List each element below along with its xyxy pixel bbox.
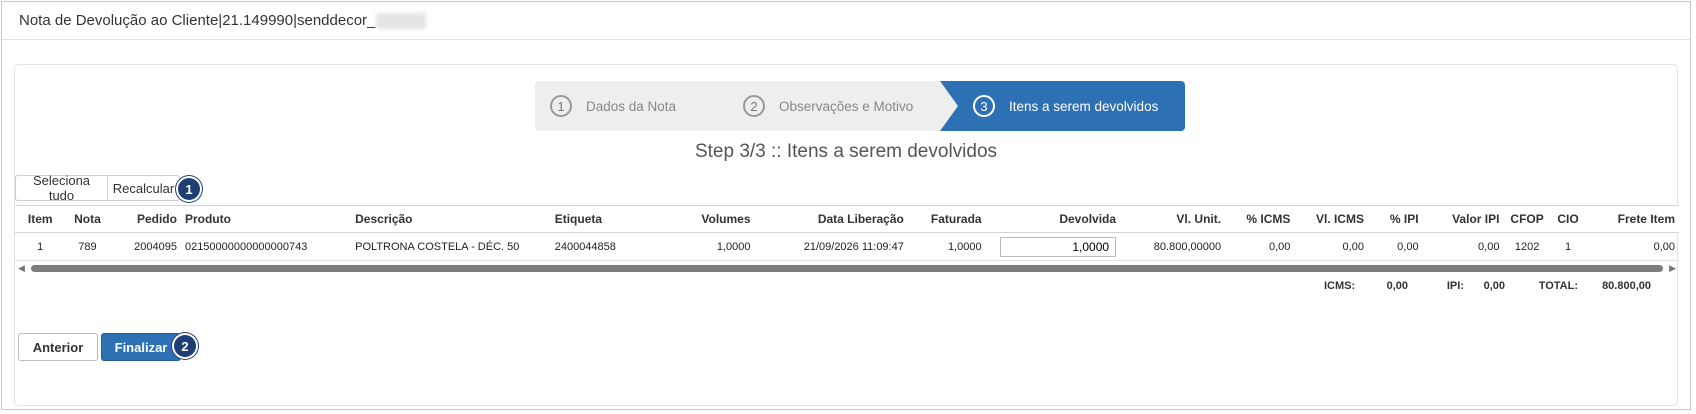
total-label: TOTAL: [1538, 280, 1578, 292]
step-number: 1 [550, 95, 572, 117]
cell-pct-icms: 0,00 [1225, 232, 1295, 261]
annotation-badge-1: 1 [178, 178, 200, 200]
col-faturada[interactable]: Faturada [907, 205, 986, 233]
wizard-panel: 1 Dados da Nota 2 Observações e Motivo 3… [14, 64, 1679, 406]
cell-etiqueta: 2400044858 [550, 232, 633, 261]
step-arrow [940, 81, 958, 131]
horizontal-scrollbar[interactable]: ◀ ▶ [15, 262, 1679, 274]
scroll-right-icon[interactable]: ▶ [1669, 262, 1676, 274]
step-dados-da-nota[interactable]: 1 Dados da Nota [535, 81, 710, 131]
cell-produto: 02150000000000000743 [180, 232, 352, 261]
cell-descricao: POLTRONA COSTELA - DÉC. 50 [351, 232, 551, 261]
step-heading: Step 3/3 :: Itens a serem devolvidos [694, 141, 998, 162]
cell-item: 1 [15, 232, 66, 261]
cell-vl-icms: 0,00 [1294, 232, 1368, 261]
step-itens-devolvidos[interactable]: 3 Itens a serem devolvidos [940, 81, 1185, 131]
col-data-liberacao[interactable]: Data Liberação [754, 205, 908, 233]
step-label: Itens a serem devolvidos [1009, 98, 1159, 114]
devolvida-input[interactable] [1000, 236, 1117, 257]
items-table: Item Nota Pedido Produto Descrição Etiqu… [15, 205, 1679, 261]
previous-button[interactable]: Anterior [18, 333, 98, 361]
scroll-left-icon[interactable]: ◀ [18, 262, 25, 274]
total-value: 80.800,00 [1602, 280, 1651, 292]
step-label: Dados da Nota [586, 98, 677, 114]
cell-cfop: 1202 [1503, 232, 1551, 261]
col-volumes[interactable]: Volumes [632, 205, 755, 233]
col-cfop[interactable]: CFOP [1503, 205, 1551, 233]
window-titlebar: Nota de Devolução ao Cliente|21.149990|s… [2, 2, 1690, 40]
step-number: 3 [973, 95, 995, 117]
dialog-window: Nota de Devolução ao Cliente|21.149990|s… [1, 1, 1691, 410]
col-descricao[interactable]: Descrição [351, 205, 551, 233]
cell-cio: 1 [1550, 232, 1586, 261]
col-etiqueta[interactable]: Etiqueta [550, 205, 633, 233]
cell-data-liberacao: 21/09/2026 11:09:47 [754, 232, 908, 261]
table-header-row: Item Nota Pedido Produto Descrição Etiqu… [15, 205, 1679, 233]
col-vl-icms[interactable]: Vl. ICMS [1294, 205, 1368, 233]
cell-pct-ipi: 0,00 [1367, 232, 1423, 261]
step-observacoes[interactable]: 2 Observações e Motivo [710, 81, 940, 131]
select-all-button[interactable]: Seleciona tudo [15, 173, 108, 203]
cell-devolvida [985, 232, 1121, 261]
icms-value: 0,00 [1386, 280, 1408, 292]
col-nota[interactable]: Nota [65, 205, 110, 233]
cell-frete-item: 0,00 [1585, 232, 1679, 261]
col-valor-ipi[interactable]: Valor IPI [1422, 205, 1504, 233]
col-cio[interactable]: CIO [1550, 205, 1586, 233]
window-title: Nota de Devolução ao Cliente|21.149990|s… [19, 12, 376, 29]
ipi-label: IPI: [1446, 280, 1464, 292]
col-frete-item[interactable]: Frete Item [1585, 205, 1679, 233]
cell-valor-ipi: 0,00 [1422, 232, 1504, 261]
col-vl-unit[interactable]: Vl. Unit. [1120, 205, 1226, 233]
col-produto[interactable]: Produto [180, 205, 352, 233]
step-arrow [692, 81, 710, 131]
cell-volumes: 1,0000 [632, 232, 755, 261]
cell-pedido: 2004095 [109, 232, 181, 261]
col-item[interactable]: Item [15, 205, 66, 233]
cell-vl-unit: 80.800,00000 [1120, 232, 1226, 261]
cell-faturada: 1,0000 [907, 232, 986, 261]
col-pedido[interactable]: Pedido [109, 205, 181, 233]
ipi-value: 0,00 [1483, 280, 1505, 292]
wizard-steps: 1 Dados da Nota 2 Observações e Motivo 3… [535, 81, 1185, 131]
col-pct-icms[interactable]: % ICMS [1225, 205, 1295, 233]
annotation-badge-2: 2 [174, 335, 196, 357]
cell-nota: 789 [65, 232, 110, 261]
col-devolvida[interactable]: Devolvida [985, 205, 1121, 233]
icms-label: ICMS: [1324, 280, 1356, 292]
scrollbar-thumb[interactable] [31, 265, 1663, 272]
finish-button[interactable]: Finalizar [101, 333, 181, 361]
redacted-text [376, 12, 427, 29]
step-number: 2 [743, 95, 765, 117]
totals-bar: ICMS: 0,00 IPI: 0,00 TOTAL: 80.800,00 [1324, 280, 1651, 292]
col-pct-ipi[interactable]: % IPI [1367, 205, 1423, 233]
table-row[interactable]: 1 789 2004095 02150000000000000743 POLTR… [15, 232, 1679, 261]
step-label: Observações e Motivo [779, 98, 914, 114]
recalculate-button[interactable]: Recalcular [107, 175, 180, 201]
